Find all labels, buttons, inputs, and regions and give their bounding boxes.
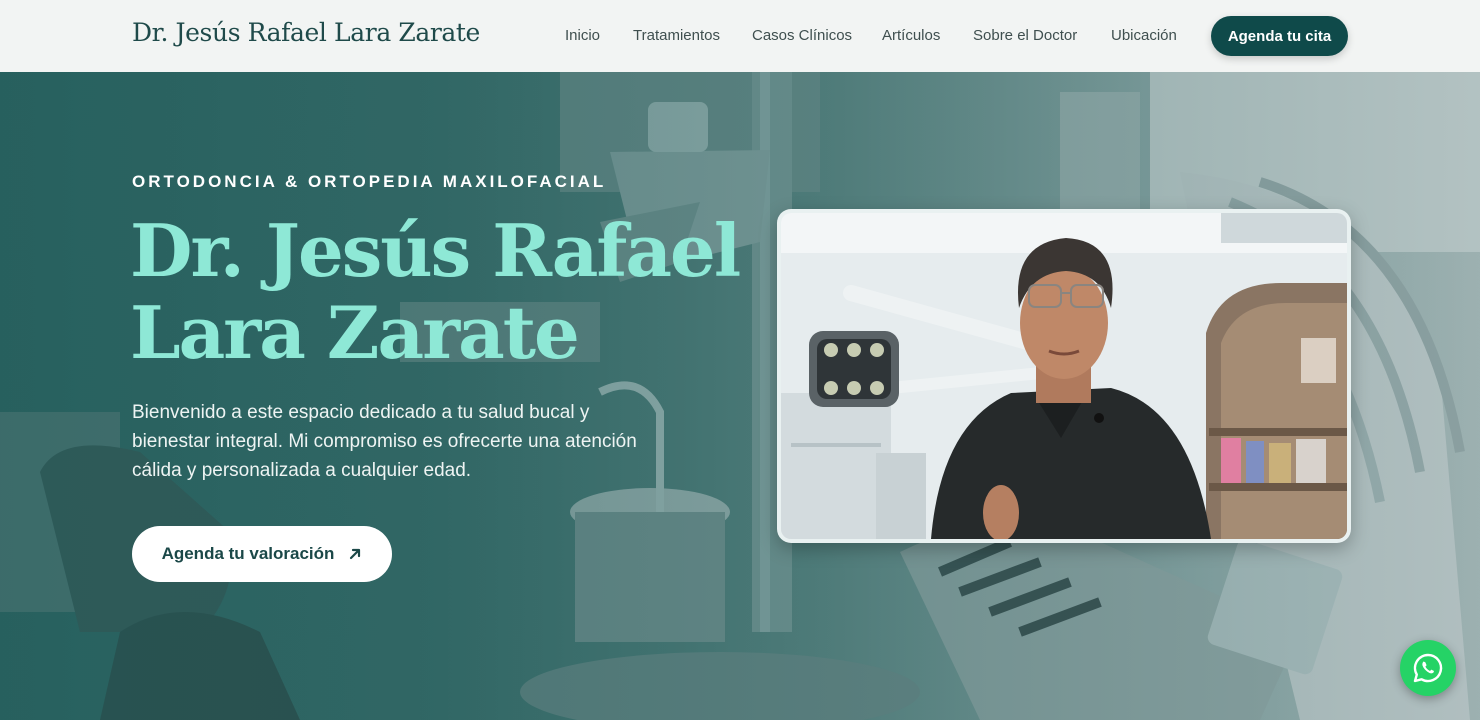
- nav-ubicacion[interactable]: Ubicación: [1111, 27, 1177, 44]
- hero-title-line-2: Lara Zarate: [130, 290, 580, 375]
- agenda-cita-button[interactable]: Agenda tu cita: [1211, 16, 1348, 56]
- doctor-video-frame: [781, 213, 1347, 539]
- nav-casos-clinicos[interactable]: Casos Clínicos: [752, 27, 852, 44]
- nav-tratamientos[interactable]: Tratamientos: [633, 27, 720, 44]
- hero-title-line-1: Dr. Jesús Rafael: [130, 208, 741, 293]
- doctor-video[interactable]: [777, 209, 1351, 543]
- agenda-valoracion-button[interactable]: Agenda tu valoración: [132, 526, 392, 582]
- nav-sobre-el-doctor[interactable]: Sobre el Doctor: [973, 27, 1077, 44]
- agenda-valoracion-label: Agenda tu valoración: [161, 544, 335, 563]
- arrow-up-right-icon: [350, 548, 361, 560]
- site-header: Dr. Jesús Rafael Lara Zarate Inicio Trat…: [0, 0, 1480, 72]
- whatsapp-button[interactable]: [1400, 640, 1456, 696]
- hero-description: Bienvenido a este espacio dedicado a tu …: [132, 402, 637, 481]
- nav-inicio[interactable]: Inicio: [565, 27, 600, 44]
- nav-articulos[interactable]: Artículos: [882, 27, 940, 44]
- hero-title: Dr. Jesús Rafael Lara Zarate: [130, 210, 750, 374]
- hero-section: ORTODONCIA & ORTOPEDIA MAXILOFACIAL Dr. …: [0, 72, 1480, 720]
- whatsapp-icon: [1413, 653, 1443, 683]
- hero-eyebrow: ORTODONCIA & ORTOPEDIA MAXILOFACIAL: [132, 172, 607, 191]
